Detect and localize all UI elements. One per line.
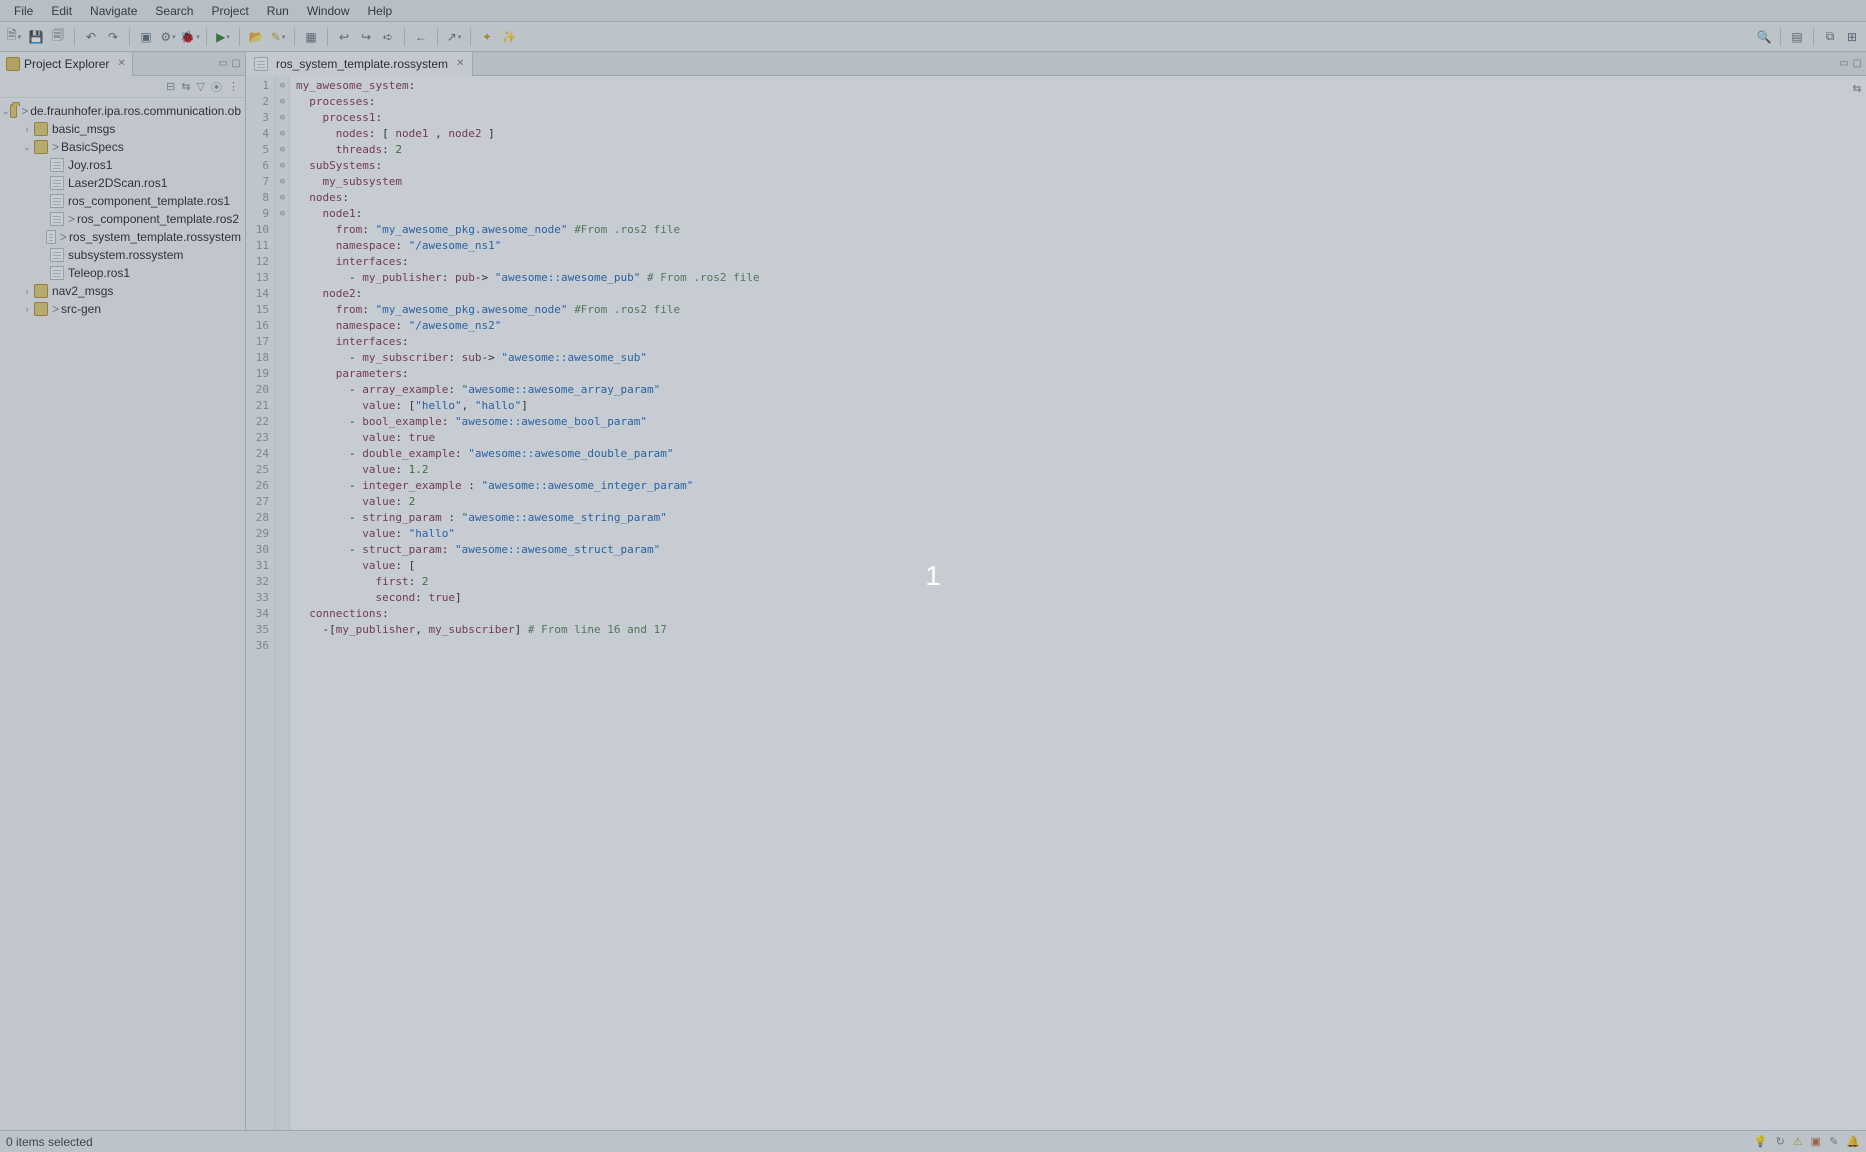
menu-window[interactable]: Window (299, 2, 358, 20)
folder-icon (34, 284, 48, 298)
line-number-gutter: 1234567891011121314151617181920212223242… (246, 76, 276, 1130)
project-explorer-label: Project Explorer (24, 57, 109, 71)
build-button[interactable]: ⚙ (158, 27, 178, 47)
tree-node[interactable]: Joy.ros1 (0, 156, 245, 174)
open-type-button[interactable]: 📂 (246, 27, 266, 47)
terminal-button[interactable]: ▣ (136, 27, 156, 47)
status-sync-icon[interactable]: ↻ (1776, 1135, 1785, 1148)
editor-area: ros_system_template.rossystem ✕ ▭ ▢ 1234… (246, 52, 1866, 1130)
perspective-open-button[interactable]: ⧉ (1820, 27, 1840, 47)
outline-button[interactable]: ▤ (1787, 27, 1807, 47)
editor-tab-bar: ros_system_template.rossystem ✕ ▭ ▢ (246, 52, 1866, 76)
status-edit-icon[interactable]: ✎ (1829, 1135, 1838, 1148)
project-explorer-icon (6, 57, 20, 71)
search-button[interactable]: 🔍 (1754, 27, 1774, 47)
menu-edit[interactable]: Edit (43, 2, 80, 20)
toggle-button[interactable]: ▦ (301, 27, 321, 47)
filter-button[interactable]: ▽ (197, 80, 205, 93)
status-selection: 0 items selected (6, 1135, 93, 1149)
status-stop-icon[interactable]: ▣ (1811, 1135, 1821, 1148)
file-icon (50, 176, 64, 190)
file-icon (50, 248, 64, 262)
status-tip-icon[interactable]: 💡 (1754, 1135, 1768, 1148)
fold-gutter[interactable]: ⊖⊖⊖⊖⊖⊖⊖⊖⊖ (276, 76, 290, 1130)
file-icon (50, 158, 64, 172)
file-icon (50, 266, 64, 280)
link-editor-icon[interactable]: ⇆ (1852, 82, 1861, 95)
status-warn-icon[interactable]: ⚠ (1793, 1135, 1803, 1148)
menu-navigate[interactable]: Navigate (82, 2, 145, 20)
nav-back-button[interactable]: ↩ (334, 27, 354, 47)
code-content[interactable]: my_awesome_system: processes: process1: … (290, 76, 1866, 1130)
minimize-view-button[interactable]: ▭ (218, 58, 227, 69)
new-button[interactable]: 🗎 (4, 27, 24, 47)
collapse-all-button[interactable]: ⊟ (166, 80, 175, 93)
file-icon (254, 57, 268, 71)
highlight-button[interactable]: ✎ (268, 27, 288, 47)
tree-node[interactable]: > ros_component_template.ros2 (0, 210, 245, 228)
back-button[interactable]: ← (411, 27, 431, 47)
status-bell-icon[interactable]: 🔔 (1846, 1135, 1860, 1148)
menu-project[interactable]: Project (203, 2, 256, 20)
file-icon (46, 230, 56, 244)
tree-node[interactable]: ›basic_msgs (0, 120, 245, 138)
main-toolbar: 🗎 💾 🗐 ↶ ↷ ▣ ⚙ 🐞 ▶ 📂 ✎ ▦ ↩ ↪ ➪ ← ↗ ✦ ✨ 🔍 … (0, 22, 1866, 52)
pin-button[interactable]: ✦ (477, 27, 497, 47)
tree-node[interactable]: ros_component_template.ros1 (0, 192, 245, 210)
project-explorer-view: Project Explorer ✕ ▭ ▢ ⊟ ⇆ ▽ ⦿ ⋮ ⌄> de.f… (0, 52, 246, 1130)
code-editor[interactable]: 1234567891011121314151617181920212223242… (246, 76, 1866, 1130)
menu-file[interactable]: File (6, 2, 41, 20)
editor-tab-label: ros_system_template.rossystem (276, 57, 448, 71)
minimize-editor-button[interactable]: ▭ (1839, 58, 1848, 69)
focus-button[interactable]: ⦿ (211, 79, 222, 95)
run-button[interactable]: ▶ (213, 27, 233, 47)
file-icon (50, 212, 64, 226)
project-icon (10, 104, 18, 118)
tree-node[interactable]: subsystem.rossystem (0, 246, 245, 264)
menu-help[interactable]: Help (360, 2, 401, 20)
view-tab-bar: Project Explorer ✕ ▭ ▢ (0, 52, 245, 76)
wand-button[interactable]: ✨ (499, 27, 519, 47)
maximize-editor-button[interactable]: ▢ (1853, 58, 1862, 69)
project-tree[interactable]: ⌄> de.fraunhofer.ipa.ros.communication.o… (0, 98, 245, 1130)
explorer-toolbar: ⊟ ⇆ ▽ ⦿ ⋮ (0, 76, 245, 98)
external-button[interactable]: ↗ (444, 27, 464, 47)
undo-button[interactable]: ↶ (81, 27, 101, 47)
folder-icon (34, 122, 48, 136)
folder-icon (34, 140, 48, 154)
close-icon[interactable]: ✕ (117, 58, 125, 69)
tree-node[interactable]: Laser2DScan.ros1 (0, 174, 245, 192)
tree-node[interactable]: ⌄> BasicSpecs (0, 138, 245, 156)
save-button[interactable]: 💾 (26, 27, 46, 47)
redo-button[interactable]: ↷ (103, 27, 123, 47)
tree-node[interactable]: ›> src-gen (0, 300, 245, 318)
editor-tab[interactable]: ros_system_template.rossystem ✕ (246, 52, 473, 76)
debug-button[interactable]: 🐞 (180, 27, 200, 47)
nav-last-button[interactable]: ➪ (378, 27, 398, 47)
editor-right-trim: ⇆ (1848, 76, 1866, 1130)
status-bar: 0 items selected 💡 ↻ ⚠ ▣ ✎ 🔔 (0, 1130, 1866, 1152)
file-icon (50, 194, 64, 208)
menu-search[interactable]: Search (147, 2, 201, 20)
save-all-button[interactable]: 🗐 (48, 27, 68, 47)
tree-project-root[interactable]: ⌄> de.fraunhofer.ipa.ros.communication.o… (0, 102, 245, 120)
menu-bar: File Edit Navigate Search Project Run Wi… (0, 0, 1866, 22)
tree-node[interactable]: ›nav2_msgs (0, 282, 245, 300)
link-editor-button[interactable]: ⇆ (181, 80, 190, 93)
tree-node[interactable]: > ros_system_template.rossystem (0, 228, 245, 246)
close-icon[interactable]: ✕ (456, 58, 464, 69)
view-menu-button[interactable]: ⋮ (228, 80, 239, 93)
main-area: Project Explorer ✕ ▭ ▢ ⊟ ⇆ ▽ ⦿ ⋮ ⌄> de.f… (0, 52, 1866, 1130)
tree-node[interactable]: Teleop.ros1 (0, 264, 245, 282)
maximize-view-button[interactable]: ▢ (232, 58, 241, 69)
folder-icon (34, 302, 48, 316)
perspective-button[interactable]: ⊞ (1842, 27, 1862, 47)
project-explorer-tab[interactable]: Project Explorer ✕ (0, 52, 133, 76)
nav-fwd-button[interactable]: ↪ (356, 27, 376, 47)
menu-run[interactable]: Run (259, 2, 297, 20)
